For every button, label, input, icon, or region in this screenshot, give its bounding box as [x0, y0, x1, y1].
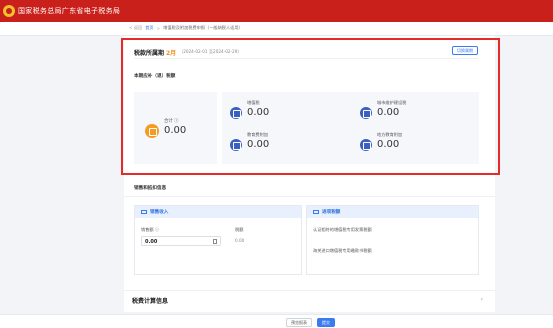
certified-invoice-tax-label: 认证相符的增值税专用发票税额	[313, 227, 372, 232]
footer-bar: 预览报表 提交	[0, 314, 553, 328]
customs-tax-label: 海关进口增值税专用缴款书税额	[313, 248, 372, 253]
sales-card: 销售收入 销售额 ⓘ 0.00 税额 0.00	[134, 205, 302, 275]
breadcrumb: < 返回 首页 > 增值税及附加税费申报（一般纳税人适用）	[129, 25, 243, 31]
back-link[interactable]: < 返回	[129, 25, 142, 31]
tax-amount-value: 0.00	[235, 238, 245, 243]
highlight-box	[121, 38, 500, 175]
sales-card-header: 销售收入	[135, 206, 301, 218]
input-tax-card-title: 进项税额	[322, 210, 341, 215]
top-bar: 国家税务总局广东省电子税务局	[0, 0, 553, 22]
breadcrumb-current: 增值税及附加税费申报（一般纳税人适用）	[163, 25, 243, 30]
chevron-right-icon[interactable]: ›	[481, 296, 483, 303]
tax-emblem-icon	[3, 5, 15, 17]
preview-report-button[interactable]: 预览报表	[286, 318, 312, 327]
submit-button[interactable]: 提交	[317, 318, 335, 327]
calculator-icon[interactable]	[213, 239, 217, 244]
sales-amount-label: 销售额 ⓘ	[141, 227, 160, 232]
sales-card-title: 销售收入	[150, 210, 169, 215]
divider	[124, 196, 495, 197]
site-title: 国家税务总局广东省电子税务局	[18, 7, 121, 15]
sales-amount-input[interactable]: 0.00	[141, 236, 221, 246]
sales-section-title: 销售和抵扣信息	[134, 186, 167, 191]
sales-amount-value: 0.00	[145, 239, 158, 245]
breadcrumb-home[interactable]: 首页	[145, 25, 153, 31]
input-tax-card-header: 进项税额	[307, 206, 478, 218]
tax-amount-label: 税额	[235, 227, 244, 232]
input-tax-card: 进项税额 认证相符的增值税专用发票税额 海关进口增值税专用缴款书税额	[306, 205, 479, 275]
input-tax-icon	[313, 210, 319, 214]
tax-calc-section[interactable]: 税费计算信息 ›	[124, 290, 495, 308]
breadcrumb-bar: < 返回 首页 > 增值税及附加税费申报（一般纳税人适用）	[0, 22, 553, 36]
breadcrumb-separator: >	[156, 25, 161, 31]
revenue-icon	[141, 210, 147, 214]
tax-calc-title: 税费计算信息	[132, 298, 169, 305]
